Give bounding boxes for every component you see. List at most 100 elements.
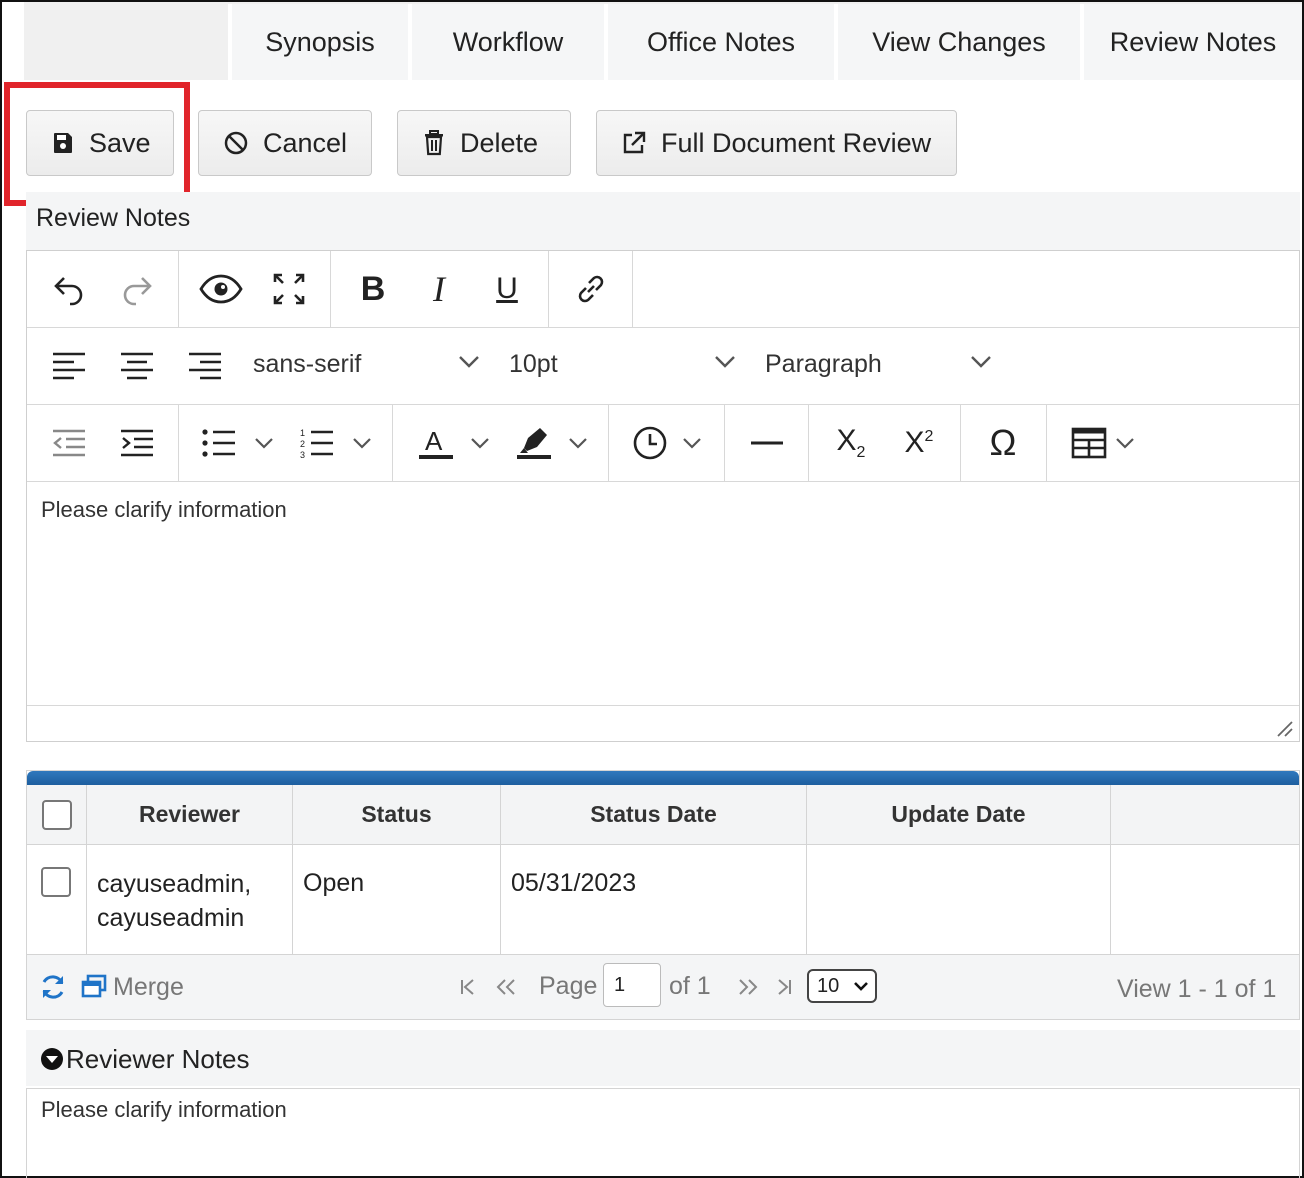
save-highlight-box xyxy=(4,82,190,206)
underline-button[interactable]: U xyxy=(479,261,535,317)
chevron-down-icon xyxy=(459,356,479,368)
status-value: Open xyxy=(303,869,365,897)
redo-button[interactable] xyxy=(109,261,165,317)
font-size-value: 10pt xyxy=(509,350,558,378)
view-record-count: View 1 - 1 of 1 xyxy=(1117,975,1277,1003)
chevron-down-icon xyxy=(471,438,489,449)
editor-toolbar-row-2: sans-serif 10pt Paragraph xyxy=(27,328,1299,405)
delete-button[interactable]: Delete xyxy=(397,110,571,176)
font-size-select[interactable]: 10pt xyxy=(499,328,743,404)
column-label: Status xyxy=(361,801,432,827)
highlight-color-button[interactable] xyxy=(507,415,597,471)
editor-content[interactable]: Please clarify information xyxy=(41,497,287,523)
column-label: Reviewer xyxy=(138,801,240,827)
column-header-status[interactable]: Status xyxy=(293,785,501,844)
select-all-checkbox[interactable] xyxy=(41,799,72,830)
tab-office-notes[interactable]: Office Notes xyxy=(604,4,834,80)
last-page-icon[interactable] xyxy=(775,977,793,997)
insert-datetime-button[interactable] xyxy=(621,415,713,471)
horizontal-rule-button[interactable] xyxy=(739,415,795,471)
page-size-value: 10 xyxy=(817,975,840,997)
indent-button[interactable] xyxy=(109,415,165,471)
merge-icon xyxy=(81,974,107,998)
align-center-button[interactable] xyxy=(109,338,165,394)
bold-button[interactable]: B xyxy=(345,261,401,317)
tab-label: Synopsis xyxy=(265,26,375,57)
status-date-cell: 05/31/2023 xyxy=(501,845,807,954)
table-button[interactable] xyxy=(1061,415,1145,471)
editor-toolbar-row-3: 123 A X2 X2 Ω xyxy=(27,405,1299,482)
refresh-icon[interactable] xyxy=(39,973,67,1001)
full-document-review-button[interactable]: Full Document Review xyxy=(596,110,957,176)
svg-text:3: 3 xyxy=(300,450,305,458)
eye-icon xyxy=(199,274,243,304)
link-button[interactable] xyxy=(563,261,619,317)
rich-text-editor: B I U sans-serif 10pt Paragraph 1 2 3 A … xyxy=(26,250,1300,742)
bold-icon: B xyxy=(360,269,386,308)
previous-page-icon[interactable] xyxy=(495,977,517,997)
fullscreen-button[interactable] xyxy=(261,261,317,317)
column-label: Update Date xyxy=(891,801,1026,827)
chevron-down-icon xyxy=(715,356,735,368)
trash-icon xyxy=(425,130,443,156)
tab-label: Workflow xyxy=(452,26,564,57)
undo-button[interactable] xyxy=(41,261,97,317)
bullet-list-icon xyxy=(202,429,235,457)
merge-button[interactable]: Merge xyxy=(81,967,184,1007)
indent-group xyxy=(27,405,179,481)
resize-handle-icon[interactable] xyxy=(1275,719,1293,737)
text-color-button[interactable]: A xyxy=(409,415,499,471)
page-size-select[interactable]: 10 xyxy=(807,969,877,1003)
font-family-select[interactable]: sans-serif xyxy=(243,328,487,404)
hr-group xyxy=(725,405,809,481)
grid-pager: Merge Page 1 of 1 10 View 1 - 1 of 1 xyxy=(27,955,1299,1019)
update-date-cell xyxy=(807,845,1111,954)
underline-icon: U xyxy=(496,272,518,305)
subscript-button[interactable]: X2 xyxy=(823,415,879,471)
column-header-status-date[interactable]: Status Date xyxy=(501,785,807,844)
column-header-update-date[interactable]: Update Date xyxy=(807,785,1111,844)
cancel-label: Cancel xyxy=(263,127,348,158)
undo-icon xyxy=(54,277,83,306)
omega-icon: Ω xyxy=(989,422,1017,463)
numbered-list-button[interactable]: 123 xyxy=(291,415,381,471)
chevron-down-icon xyxy=(569,438,587,449)
delete-label: Delete xyxy=(460,127,539,158)
tab-view-changes[interactable]: View Changes xyxy=(834,4,1080,80)
preview-button[interactable] xyxy=(193,261,249,317)
first-page-icon[interactable] xyxy=(459,977,477,997)
block-format-select[interactable]: Paragraph xyxy=(755,328,999,404)
cancel-button[interactable]: Cancel xyxy=(198,110,372,176)
outdent-button[interactable] xyxy=(41,415,97,471)
next-page-icon[interactable] xyxy=(737,977,759,997)
tab-synopsis[interactable]: Synopsis xyxy=(228,4,408,80)
align-left-icon xyxy=(53,352,85,380)
highlighter-icon xyxy=(517,428,551,459)
subscript-icon: X2 xyxy=(836,424,866,461)
link-icon xyxy=(578,275,604,303)
chevron-down-icon xyxy=(353,438,371,449)
chevron-down-icon xyxy=(854,982,868,991)
row-checkbox[interactable] xyxy=(41,867,71,897)
tab-label: Office Notes xyxy=(646,26,796,57)
page-label: Page xyxy=(539,972,598,1000)
script-group: X2 X2 xyxy=(809,405,961,481)
align-right-button[interactable] xyxy=(177,338,233,394)
superscript-button[interactable]: X2 xyxy=(891,415,947,471)
reviewer-notes-header[interactable]: Reviewer Notes xyxy=(26,1030,1300,1086)
chevron-down-icon xyxy=(1116,438,1134,449)
tab-workflow[interactable]: Workflow xyxy=(408,4,604,80)
reviewer-grid: Reviewer Status Status Date Update Date … xyxy=(26,770,1300,1020)
bullet-list-button[interactable] xyxy=(193,415,283,471)
page-number-input[interactable]: 1 xyxy=(603,963,661,1007)
align-left-button[interactable] xyxy=(41,338,97,394)
svg-text:2: 2 xyxy=(300,439,305,449)
status-cell: Open xyxy=(293,845,501,954)
special-character-button[interactable]: Ω xyxy=(975,415,1031,471)
color-group: A xyxy=(393,405,609,481)
tab-review-notes[interactable]: Review Notes xyxy=(1080,4,1302,80)
italic-button[interactable]: I xyxy=(411,261,467,317)
table-row[interactable]: cayuseadmin, cayuseadmin Open 05/31/2023 xyxy=(27,845,1299,955)
external-link-icon xyxy=(623,131,646,154)
column-header-reviewer[interactable]: Reviewer xyxy=(87,785,293,844)
